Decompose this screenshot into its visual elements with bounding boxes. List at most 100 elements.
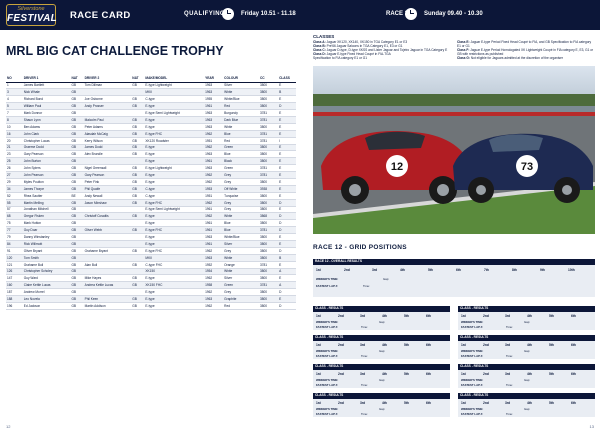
table-row: 91 Oliver Bryant GB Grahame Bryant GB E-type … bbox=[6, 247, 296, 255]
class-results-box: CLASS - RESULTS 1st 2nd 3rd 4th 5th 6th WINNER'… bbox=[458, 393, 595, 417]
table-cell: E bbox=[278, 233, 296, 241]
table-cell: Shaun Lynn bbox=[22, 116, 71, 124]
table-cell: Alan Bull bbox=[83, 261, 132, 269]
table-cell: Jonathan Mitchell bbox=[22, 206, 71, 214]
race-time: Sunday 09.40 - 10.30 bbox=[424, 11, 483, 17]
table-cell: E-type bbox=[144, 302, 205, 310]
table-row: 79 Danny Winstanley GB E-type 1963 White/Blue… bbox=[6, 233, 296, 241]
class-results-box: CLASS - RESULTS 1st 2nd 3rd 4th 5th 6th WINNER'… bbox=[458, 306, 595, 330]
table-cell: GB bbox=[70, 144, 84, 152]
table-cell: 1962 bbox=[204, 130, 224, 138]
table-row: 3 Nick Whale GB MKII 1963 White 3800 B bbox=[6, 88, 296, 97]
table-cell: Myles Poulton bbox=[22, 178, 71, 186]
table-cell: XK150 FHC bbox=[144, 281, 205, 290]
table-cell: Andy Newall bbox=[83, 192, 132, 200]
table-cell: GB bbox=[70, 261, 84, 269]
header-title: RACE CARD bbox=[70, 10, 131, 21]
class-description: Class F: Jaguar E-type Period Homologate… bbox=[457, 48, 595, 56]
table-cell: 75 bbox=[6, 219, 23, 228]
gap-label: Gap: bbox=[524, 378, 531, 382]
overall-position-label: 9th bbox=[540, 268, 545, 272]
time-label: Time: bbox=[361, 412, 368, 416]
table-cell: Gary Pearson bbox=[83, 171, 132, 179]
table-cell: GB bbox=[70, 157, 84, 166]
table-cell: GB bbox=[131, 281, 145, 290]
table-cell: 1953 bbox=[204, 185, 224, 193]
table-cell: GB bbox=[131, 164, 145, 173]
table-cell: 3781 bbox=[258, 171, 279, 179]
classes-right-column: Class E: Jaguar E-type Period Fixed Head… bbox=[457, 40, 595, 60]
table-cell: Grahame Bryant bbox=[83, 247, 132, 255]
table-cell: 1961 bbox=[204, 240, 224, 248]
table-cell: Dark Blue bbox=[223, 116, 259, 124]
class-position-label: 2nd bbox=[483, 401, 489, 405]
table-cell: GB bbox=[70, 109, 84, 117]
class-position-label: 3rd bbox=[505, 343, 511, 347]
class-position-label: 6th bbox=[426, 343, 431, 347]
table-cell: Grey bbox=[223, 199, 259, 207]
column-header: COLOUR bbox=[223, 75, 259, 83]
table-cell bbox=[83, 219, 132, 228]
table-cell: 1961 bbox=[204, 157, 224, 166]
table-cell: Kerry Wilson bbox=[83, 137, 132, 145]
table-row: 7 Mark Donnor GB E-type Semi Lightweight 196… bbox=[6, 109, 296, 117]
class-position-label: 5th bbox=[549, 372, 554, 376]
table-cell: 3781 bbox=[258, 109, 279, 117]
class-position-label: 3rd bbox=[505, 372, 511, 376]
class-position-label: 5th bbox=[549, 401, 554, 405]
table-cell: GB bbox=[70, 185, 84, 193]
table-cell: 1962 bbox=[204, 288, 224, 297]
table-cell bbox=[131, 233, 145, 241]
table-cell: 1962 bbox=[204, 171, 224, 179]
table-row: 121 Grahame Bull GB Alan Bull GB C-type FHC 19… bbox=[6, 261, 296, 269]
table-cell: 1961 bbox=[204, 219, 224, 228]
table-cell: C-type bbox=[144, 192, 205, 200]
class-position-label: 2nd bbox=[483, 314, 489, 318]
table-cell: John Clark bbox=[22, 130, 71, 138]
table-cell: White bbox=[223, 88, 259, 97]
table-cell: William Paul bbox=[22, 102, 71, 111]
time-label: Time: bbox=[361, 325, 368, 329]
table-cell: E bbox=[278, 130, 296, 138]
table-row: 84 Rick Willmott GB E-type 1961 Silver 3800 E bbox=[6, 240, 296, 248]
table-cell: Peter Fink bbox=[83, 178, 132, 186]
table-cell: 3781 bbox=[258, 226, 279, 235]
table-cell: D bbox=[278, 226, 296, 235]
table-cell: 1961 bbox=[204, 206, 224, 214]
class-position-label: 4th bbox=[527, 372, 532, 376]
table-cell: Alasdair McCaig bbox=[83, 130, 132, 138]
table-cell: Graeme Dodd bbox=[22, 144, 71, 152]
table-cell: GB bbox=[131, 247, 145, 255]
car-number-red: 12 bbox=[391, 161, 403, 173]
table-cell: Grey bbox=[223, 206, 259, 214]
table-cell: Silver bbox=[223, 274, 259, 283]
overall-position-label: 4th bbox=[400, 268, 405, 272]
table-cell bbox=[131, 240, 145, 248]
table-cell: Phil Quaife bbox=[83, 185, 132, 193]
table-cell bbox=[83, 109, 132, 117]
table-cell bbox=[131, 288, 145, 297]
table-cell: 68 bbox=[6, 212, 23, 221]
table-cell bbox=[83, 240, 132, 248]
table-cell: White bbox=[223, 268, 259, 276]
table-cell: James Bartlett bbox=[22, 82, 71, 90]
table-row: 57 Jonathan Mitchell GB E-type Semi Lightwe… bbox=[6, 206, 296, 214]
table-cell: E bbox=[278, 171, 296, 179]
table-cell: 3800 bbox=[258, 274, 279, 283]
table-row: 10 Ben Adams GB Peter Adams GB E-type 1963 Whit… bbox=[6, 123, 296, 131]
fastest-lap-label: FASTEST LAP #: bbox=[316, 284, 339, 288]
table-row: 29 Myles Poulton GB Peter Fink GB E-type 1962 G… bbox=[6, 178, 296, 186]
table-cell: James Dodd bbox=[83, 144, 132, 152]
table-cell: E-type bbox=[144, 295, 205, 303]
page-number-left: 12 bbox=[6, 424, 11, 429]
table-cell bbox=[83, 233, 132, 241]
winners-time-label: WINNER'S TIME: bbox=[316, 407, 339, 411]
table-row: 68 Gregor Fisken GB Christoff Cosaitis GB E-t… bbox=[6, 212, 296, 221]
table-cell bbox=[83, 206, 132, 214]
table-cell: 4 bbox=[6, 95, 23, 104]
header-bar: Silverstone FESTIVAL RACE CARD QUALIFYIN… bbox=[0, 0, 600, 30]
table-cell: Ben Adams bbox=[22, 123, 71, 131]
table-cell: White bbox=[223, 254, 259, 262]
page-number-right: 13 bbox=[589, 424, 594, 429]
table-row: 196 Ed Jackson GB Martin Addison GB E-type 196… bbox=[6, 302, 296, 310]
